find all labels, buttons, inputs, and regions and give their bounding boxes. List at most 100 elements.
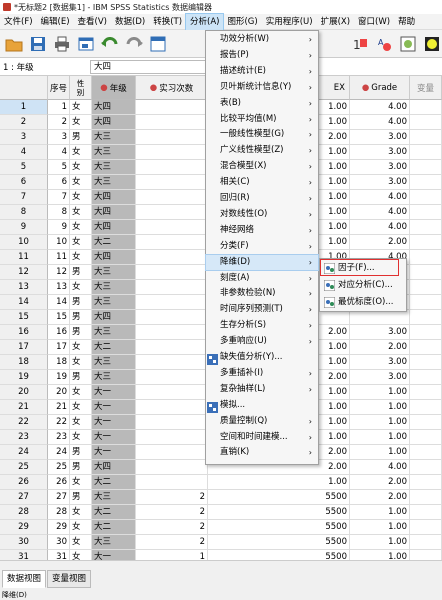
cell-grade-num[interactable]: 3.00 xyxy=(350,325,410,340)
row-number[interactable]: 21 xyxy=(0,400,48,415)
row-number[interactable]: 22 xyxy=(0,415,48,430)
menu-9[interactable]: 窗口(W) xyxy=(354,14,394,30)
cell-extra[interactable] xyxy=(410,400,442,415)
cell-sex[interactable]: 女 xyxy=(70,175,92,190)
row-number[interactable]: 10 xyxy=(0,235,48,250)
analyze-menu-item-15[interactable]: 刻度(A) › xyxy=(206,271,318,287)
cell-id[interactable]: 14 xyxy=(48,295,70,310)
row-number[interactable]: 6 xyxy=(0,175,48,190)
cell-sex[interactable]: 男 xyxy=(70,130,92,145)
cell-sex[interactable]: 女 xyxy=(70,115,92,130)
save-icon[interactable] xyxy=(28,34,48,54)
cell-extra[interactable] xyxy=(410,295,442,310)
variables-icon[interactable]: 1 xyxy=(350,34,370,54)
cell-extra[interactable] xyxy=(410,310,442,325)
row-number[interactable]: 2 xyxy=(0,115,48,130)
cell-extra[interactable] xyxy=(410,175,442,190)
cell-sex[interactable]: 女 xyxy=(70,235,92,250)
cell-hours[interactable] xyxy=(136,325,208,340)
cell-extra[interactable] xyxy=(410,130,442,145)
cell-id[interactable]: 8 xyxy=(48,205,70,220)
cell-id[interactable]: 2 xyxy=(48,115,70,130)
analyze-menu-item-4[interactable]: 表(B) › xyxy=(206,96,318,112)
analyze-menu-item-14[interactable]: 降维(D) › xyxy=(205,253,319,272)
cell-id[interactable]: 3 xyxy=(48,130,70,145)
cell-hours[interactable] xyxy=(136,115,208,130)
analyze-menu-item-16[interactable]: 非参数检验(N) › xyxy=(206,286,318,302)
cell-hours[interactable] xyxy=(136,205,208,220)
print-icon[interactable] xyxy=(52,34,72,54)
menu-4[interactable]: 转换(T) xyxy=(149,14,186,30)
column-header-sex[interactable]: 性别 xyxy=(70,76,92,100)
cell-grade-num[interactable]: 1.00 xyxy=(350,535,410,550)
cell-grade[interactable]: 大三 xyxy=(92,295,136,310)
row-number[interactable]: 29 xyxy=(0,520,48,535)
cell-id[interactable]: 15 xyxy=(48,310,70,325)
analyze-menu-item-17[interactable]: 时间序列预测(T) › xyxy=(206,302,318,318)
menu-2[interactable]: 查看(V) xyxy=(74,14,111,30)
cell-extra[interactable] xyxy=(410,505,442,520)
cell-hours[interactable] xyxy=(136,460,208,475)
cell-id[interactable]: 6 xyxy=(48,175,70,190)
cell-hours[interactable] xyxy=(136,430,208,445)
cell-grade[interactable]: 大四 xyxy=(92,100,136,115)
cell-sex[interactable]: 男 xyxy=(70,460,92,475)
cell-sex[interactable]: 男 xyxy=(70,265,92,280)
row-number[interactable]: 11 xyxy=(0,250,48,265)
row-number[interactable]: 31 xyxy=(0,550,48,560)
cell-sex[interactable]: 女 xyxy=(70,205,92,220)
cell-id[interactable]: 17 xyxy=(48,340,70,355)
cell-grade-num[interactable]: 3.00 xyxy=(350,145,410,160)
cell-grade-num[interactable]: 1.00 xyxy=(350,430,410,445)
cell-hours[interactable] xyxy=(136,385,208,400)
cell-hours[interactable] xyxy=(136,355,208,370)
row-number[interactable]: 24 xyxy=(0,445,48,460)
cell-grade[interactable]: 大四 xyxy=(92,250,136,265)
row-number[interactable]: 16 xyxy=(0,325,48,340)
cell-id[interactable]: 12 xyxy=(48,265,70,280)
cell-sex[interactable]: 女 xyxy=(70,505,92,520)
cell-id[interactable]: 22 xyxy=(48,415,70,430)
cell-hours[interactable] xyxy=(136,400,208,415)
row-number[interactable]: 27 xyxy=(0,490,48,505)
cell-x[interactable]: 5500 xyxy=(208,490,350,505)
cell-id[interactable]: 27 xyxy=(48,490,70,505)
cell-id[interactable]: 19 xyxy=(48,370,70,385)
cell-hours[interactable] xyxy=(136,415,208,430)
cell-extra[interactable] xyxy=(410,325,442,340)
analyze-menu-item-13[interactable]: 分类(F) › xyxy=(206,239,318,255)
cell-extra[interactable] xyxy=(410,100,442,115)
cell-extra[interactable] xyxy=(410,190,442,205)
cell-hours[interactable]: 2 xyxy=(136,535,208,550)
cell-grade-num[interactable]: 2.00 xyxy=(350,490,410,505)
cell-sex[interactable]: 男 xyxy=(70,295,92,310)
cell-grade-num[interactable] xyxy=(350,310,410,325)
cell-hours[interactable] xyxy=(136,160,208,175)
cell-sex[interactable]: 女 xyxy=(70,145,92,160)
row-number[interactable]: 28 xyxy=(0,505,48,520)
menu-5[interactable]: 分析(A) xyxy=(185,12,225,31)
use-sets-icon[interactable] xyxy=(398,34,418,54)
cell-grade[interactable]: 大四 xyxy=(92,205,136,220)
row-number[interactable]: 26 xyxy=(0,475,48,490)
cell-hours[interactable] xyxy=(136,310,208,325)
cell-hours[interactable] xyxy=(136,475,208,490)
cell-grade[interactable]: 大三 xyxy=(92,265,136,280)
cell-id[interactable]: 30 xyxy=(48,535,70,550)
row-number[interactable]: 13 xyxy=(0,280,48,295)
cell-grade[interactable]: 大四 xyxy=(92,460,136,475)
cell-grade-num[interactable]: 3.00 xyxy=(350,175,410,190)
cell-grade[interactable]: 大二 xyxy=(92,520,136,535)
analyze-menu-item-26[interactable]: 直销(K) › xyxy=(206,445,318,461)
analyze-menu-item-6[interactable]: 一般线性模型(G) › xyxy=(206,127,318,143)
cell-grade-num[interactable]: 4.00 xyxy=(350,205,410,220)
cell-grade[interactable]: 大三 xyxy=(92,490,136,505)
cell-grade-num[interactable]: 2.00 xyxy=(350,340,410,355)
cell-extra[interactable] xyxy=(410,550,442,560)
cell-grade[interactable]: 大一 xyxy=(92,430,136,445)
cell-hours[interactable] xyxy=(136,190,208,205)
cell-sex[interactable]: 女 xyxy=(70,520,92,535)
cell-id[interactable]: 25 xyxy=(48,460,70,475)
cell-sex[interactable]: 女 xyxy=(70,340,92,355)
cell-grade[interactable]: 大四 xyxy=(92,310,136,325)
